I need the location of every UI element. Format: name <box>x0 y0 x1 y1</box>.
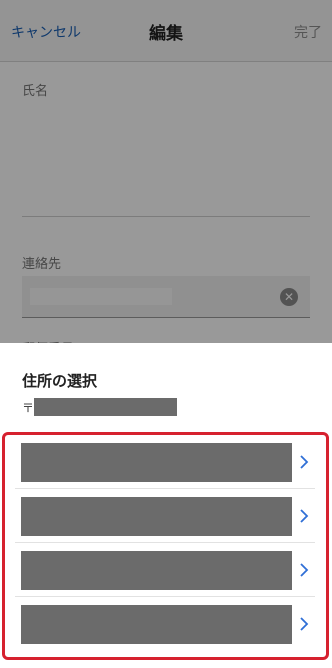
address-text-redacted <box>21 497 292 536</box>
postal-code-redacted <box>34 398 177 416</box>
address-list-highlight <box>2 432 329 660</box>
address-text-redacted <box>21 443 292 482</box>
address-option-4[interactable] <box>15 597 315 651</box>
address-selection-sheet: 住所の選択 〒 <box>0 343 332 668</box>
chevron-right-icon <box>300 509 309 523</box>
address-option-1[interactable] <box>15 435 315 489</box>
address-text-redacted <box>21 605 292 644</box>
chevron-right-icon <box>300 455 309 469</box>
chevron-right-icon <box>300 617 309 631</box>
postal-mark: 〒 <box>22 401 35 415</box>
address-option-2[interactable] <box>15 489 315 543</box>
address-text-redacted <box>21 551 292 590</box>
sheet-title: 住所の選択 <box>22 372 98 390</box>
chevron-right-icon <box>300 563 309 577</box>
address-option-3[interactable] <box>15 543 315 597</box>
